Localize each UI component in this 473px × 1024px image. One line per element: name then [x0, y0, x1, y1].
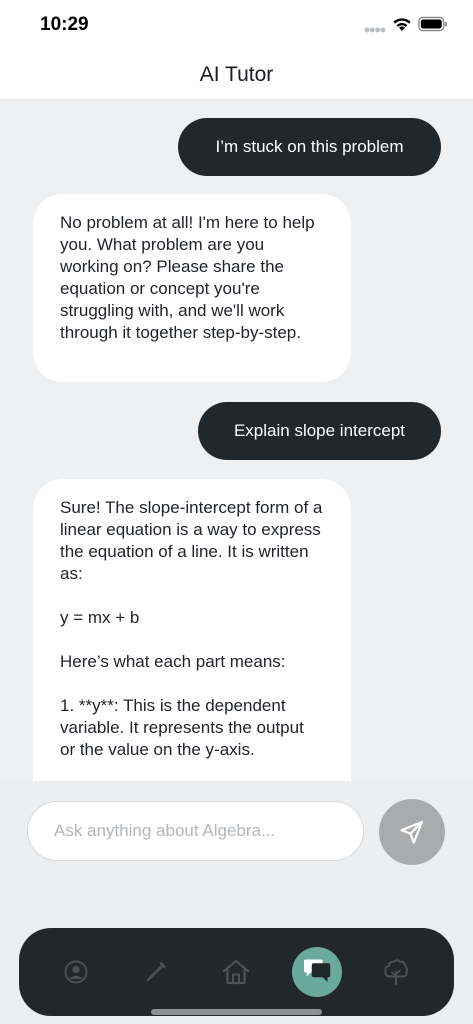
assistant-message: Sure! The slope-intercept form of a line… — [33, 479, 351, 781]
nav-practice[interactable] — [132, 948, 180, 996]
bottom-navigation — [19, 928, 454, 1016]
battery-icon — [418, 16, 447, 32]
wifi-icon — [393, 18, 411, 31]
nav-profile[interactable] — [52, 948, 100, 996]
cellular-signal-icon — [364, 27, 386, 33]
message-input[interactable] — [27, 801, 364, 861]
user-message: I’m stuck on this problem — [178, 118, 441, 176]
chat-transcript[interactable]: I’m stuck on this problem No problem at … — [0, 101, 473, 781]
status-time: 10:29 — [40, 14, 89, 35]
user-message: Explain slope intercept — [198, 402, 441, 460]
tree-icon — [384, 959, 409, 985]
page-title: AI Tutor — [199, 62, 274, 86]
send-button[interactable] — [379, 799, 445, 865]
home-indicator — [151, 1009, 322, 1015]
header: AI Tutor — [0, 50, 473, 100]
nav-chat[interactable] — [292, 947, 342, 997]
nav-progress[interactable] — [372, 948, 420, 996]
profile-icon — [64, 960, 88, 984]
status-bar: 10:29 — [0, 0, 473, 50]
assistant-message: No problem at all! I'm here to help you.… — [33, 194, 351, 382]
chat-icon — [304, 959, 331, 983]
send-icon — [400, 820, 424, 844]
nav-home[interactable] — [212, 948, 260, 996]
home-icon — [222, 959, 250, 985]
pencil-icon — [146, 962, 166, 982]
